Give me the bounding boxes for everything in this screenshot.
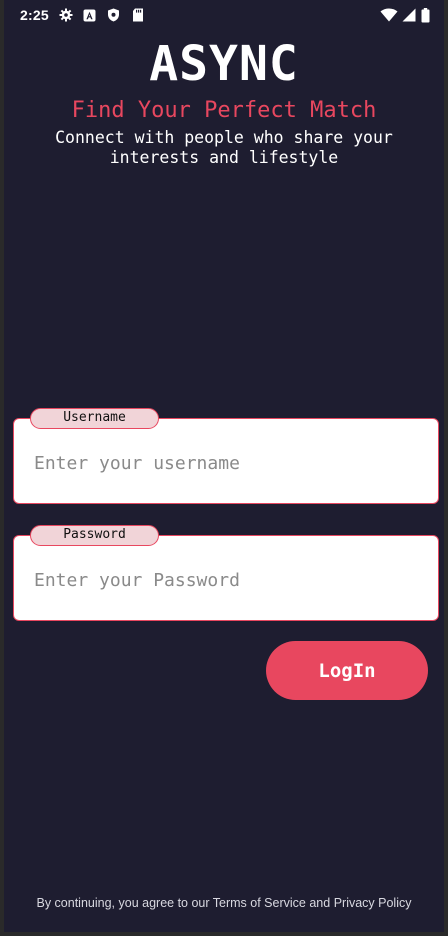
username-input[interactable] [34, 447, 424, 479]
gear-icon [59, 8, 73, 22]
app-title: ASYNC [149, 36, 299, 92]
terms-of-service-link[interactable]: Terms of Service [213, 896, 306, 910]
status-bar-left: 2:25 [20, 7, 145, 23]
a-badge-icon [83, 8, 97, 22]
battery-icon [420, 7, 430, 22]
tagline: Find Your Perfect Match [71, 98, 377, 123]
sd-card-icon [131, 8, 145, 22]
status-bar: 2:25 [4, 0, 444, 30]
shield-icon [107, 8, 121, 22]
wifi-icon [380, 8, 398, 22]
footer-and: and [305, 896, 334, 910]
terms-footer: By continuing, you agree to our Terms of… [4, 896, 444, 910]
password-label: Password [30, 525, 159, 546]
login-screen: 2:25 ASYNC Find Your Perfect Match Conne… [0, 0, 448, 936]
password-field: Password [13, 525, 439, 621]
username-field: Username [13, 408, 439, 504]
password-input[interactable] [34, 564, 424, 596]
privacy-policy-link[interactable]: Privacy Policy [334, 896, 412, 910]
footer-prefix: By continuing, you agree to our [36, 896, 213, 910]
subtitle: Connect with people who share your inter… [55, 128, 393, 167]
login-button[interactable]: LogIn [266, 641, 428, 700]
status-time: 2:25 [20, 7, 49, 23]
status-bar-right [380, 7, 430, 22]
username-label: Username [30, 408, 159, 429]
signal-icon [402, 8, 416, 22]
